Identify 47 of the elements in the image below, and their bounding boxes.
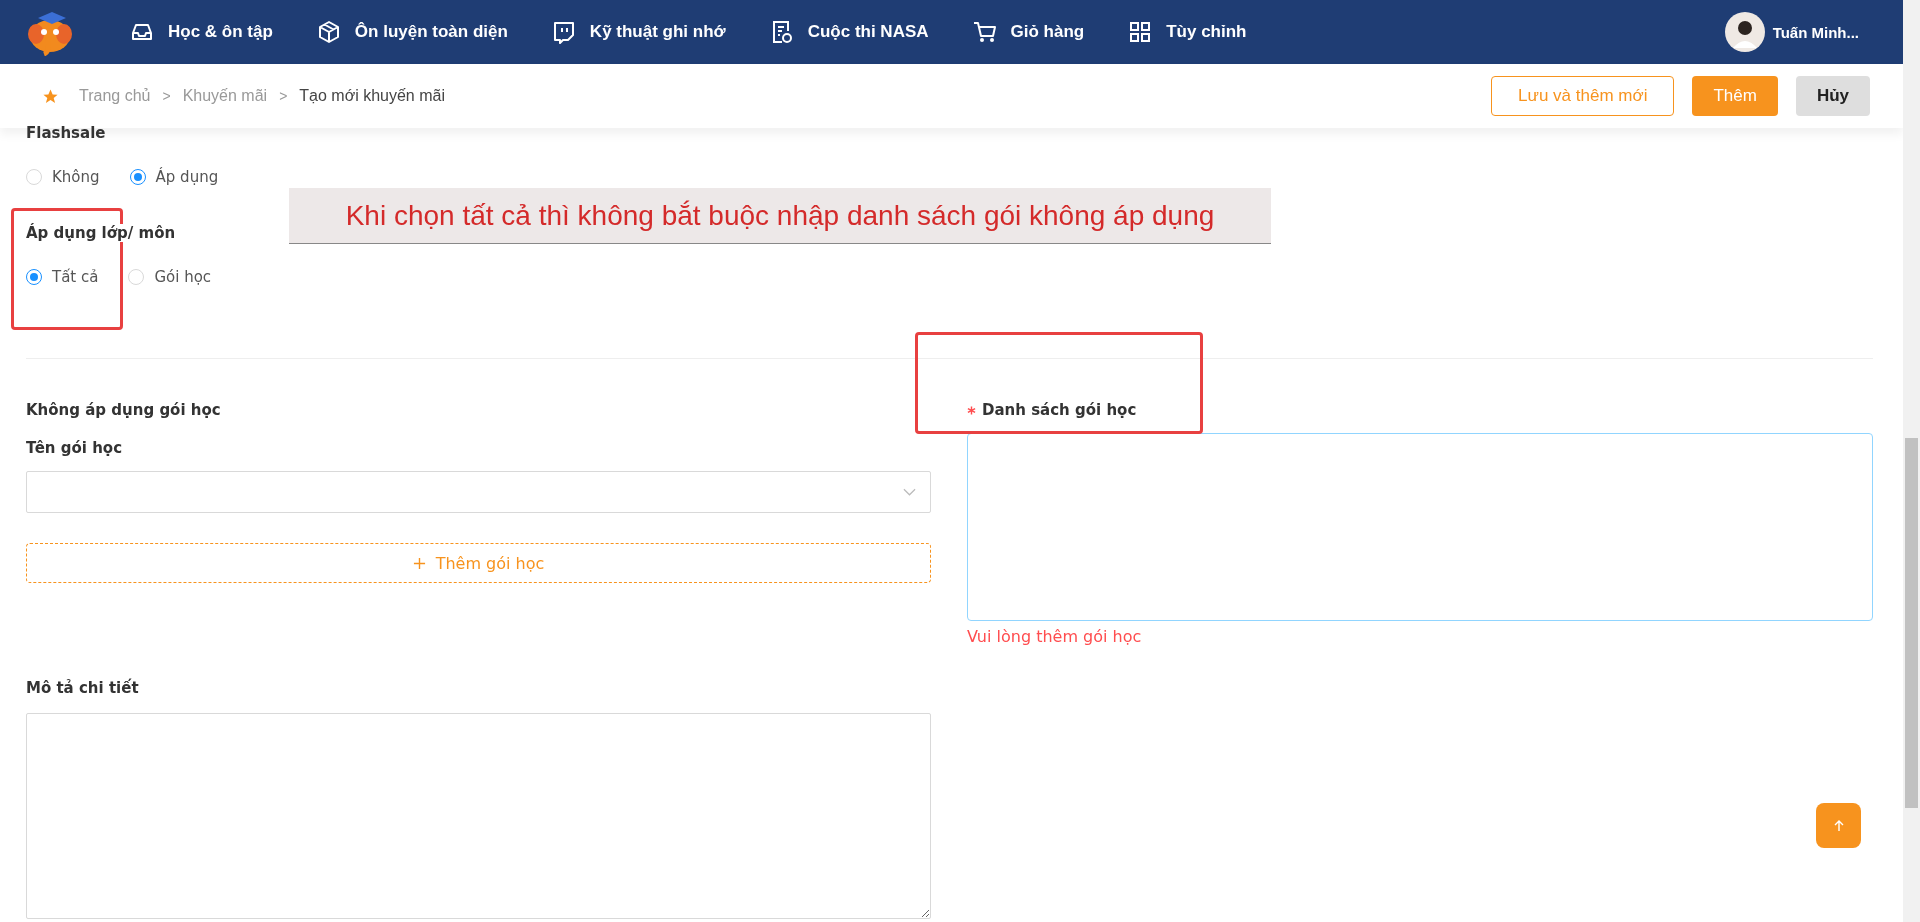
field-label: Tên gói học bbox=[26, 439, 123, 457]
star-icon bbox=[42, 87, 59, 105]
nav-link[interactable]: Học & ôn tập bbox=[130, 20, 273, 44]
description-textarea[interactable] bbox=[26, 713, 931, 919]
nav-link[interactable]: Tùy chỉnh bbox=[1128, 20, 1247, 44]
field-label: Mô tả chi tiết bbox=[26, 679, 139, 697]
nav-label: Ôn luyện toàn diện bbox=[354, 22, 508, 42]
section-title: Không áp dụng gói học bbox=[26, 401, 221, 419]
radio-label: Áp dụng bbox=[155, 168, 219, 186]
radio-label: Gói học bbox=[154, 268, 212, 286]
chevron-down-icon bbox=[903, 488, 916, 496]
radio-option[interactable]: Không bbox=[26, 168, 100, 186]
package-list-field[interactable] bbox=[967, 433, 1873, 621]
field-label: Áp dụng lớp/ môn bbox=[26, 224, 176, 242]
field-label: Danh sách gói học bbox=[982, 401, 1137, 419]
breadcrumb-separator: > bbox=[162, 88, 171, 104]
nav-label: Tùy chỉnh bbox=[1166, 22, 1247, 42]
error-message: Vui lòng thêm gói học bbox=[967, 627, 1143, 646]
cancel-button[interactable]: Hủy bbox=[1795, 76, 1870, 116]
nav-link[interactable]: Giỏ hàng bbox=[972, 20, 1085, 44]
annotation-note: Khi chọn tất cả thì không bắt buộc nhập danh sách gói không áp dụng bbox=[289, 188, 1271, 244]
breadcrumb-separator: > bbox=[279, 88, 288, 104]
scrollbar-thumb[interactable] bbox=[1905, 438, 1918, 808]
plus-icon bbox=[412, 556, 426, 570]
scroll-to-top-button[interactable] bbox=[1816, 803, 1861, 848]
nav-label: Cuộc thi NASA bbox=[807, 22, 929, 42]
chat-bubble-icon bbox=[551, 20, 576, 44]
radio-label: Không bbox=[52, 168, 100, 186]
cube-icon bbox=[316, 20, 341, 44]
nav-label: Học & ôn tập bbox=[168, 22, 273, 42]
nav-link[interactable]: Cuộc thi NASA bbox=[769, 20, 929, 44]
radio-option[interactable]: Tất cả bbox=[26, 268, 99, 286]
radio-option[interactable]: Áp dụng bbox=[129, 168, 219, 186]
nav-link[interactable]: Ôn luyện toàn diện bbox=[316, 20, 508, 44]
breadcrumb-link[interactable]: Tạo mới khuyến mãi bbox=[299, 87, 445, 105]
field-label: Flashsale bbox=[26, 124, 106, 142]
nav-link[interactable]: Kỹ thuật ghi nhớ bbox=[551, 20, 726, 44]
nav-label: Kỹ thuật ghi nhớ bbox=[589, 22, 726, 42]
radio-label: Tất cả bbox=[52, 268, 99, 286]
cart-icon bbox=[972, 20, 997, 44]
nav-label: Giỏ hàng bbox=[1010, 22, 1085, 42]
user-name[interactable]: Tuấn Minh... bbox=[1772, 23, 1859, 41]
package-select[interactable] bbox=[26, 471, 931, 513]
avatar-icon[interactable] bbox=[1724, 12, 1765, 52]
radio-option[interactable]: Gói học bbox=[128, 268, 212, 286]
grid-icon bbox=[1128, 20, 1153, 44]
arrow-up-icon bbox=[1832, 819, 1845, 832]
